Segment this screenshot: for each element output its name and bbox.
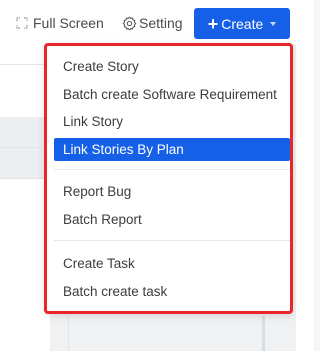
scrollbar[interactable] (262, 316, 265, 351)
right-panel (296, 44, 314, 351)
menu-item-batch-create-software-requirement[interactable]: Batch create Software Requirement (54, 83, 290, 106)
chevron-down-icon (270, 21, 277, 26)
menu-divider (54, 169, 290, 170)
menu-item-create-story[interactable]: Create Story (54, 55, 290, 78)
create-dropdown-menu: Create Story Batch create Software Requi… (44, 43, 293, 314)
toolbar: Full Screen Setting + Create (0, 0, 314, 44)
menu-item-link-story[interactable]: Link Story (54, 110, 290, 133)
menu-item-batch-report[interactable]: Batch Report (54, 208, 290, 231)
fullscreen-label: Full Screen (33, 15, 104, 31)
menu-item-create-task[interactable]: Create Task (54, 252, 290, 275)
left-panel-row (0, 148, 46, 179)
create-button[interactable]: + Create (194, 8, 290, 39)
menu-item-link-stories-by-plan[interactable]: Link Stories By Plan (54, 138, 290, 161)
menu-item-batch-create-task[interactable]: Batch create task (54, 280, 290, 303)
gear-icon (122, 16, 139, 31)
menu-divider (54, 240, 290, 241)
column-divider (68, 316, 69, 351)
setting-button[interactable]: Setting (122, 14, 183, 32)
fullscreen-icon (16, 17, 33, 29)
fullscreen-button[interactable]: Full Screen (16, 14, 104, 32)
plus-icon: + (207, 13, 219, 34)
left-panel-row (0, 117, 46, 148)
menu-item-report-bug[interactable]: Report Bug (54, 180, 290, 203)
create-label: Create (221, 15, 264, 32)
setting-label: Setting (139, 15, 183, 31)
left-panel-row (0, 64, 46, 118)
